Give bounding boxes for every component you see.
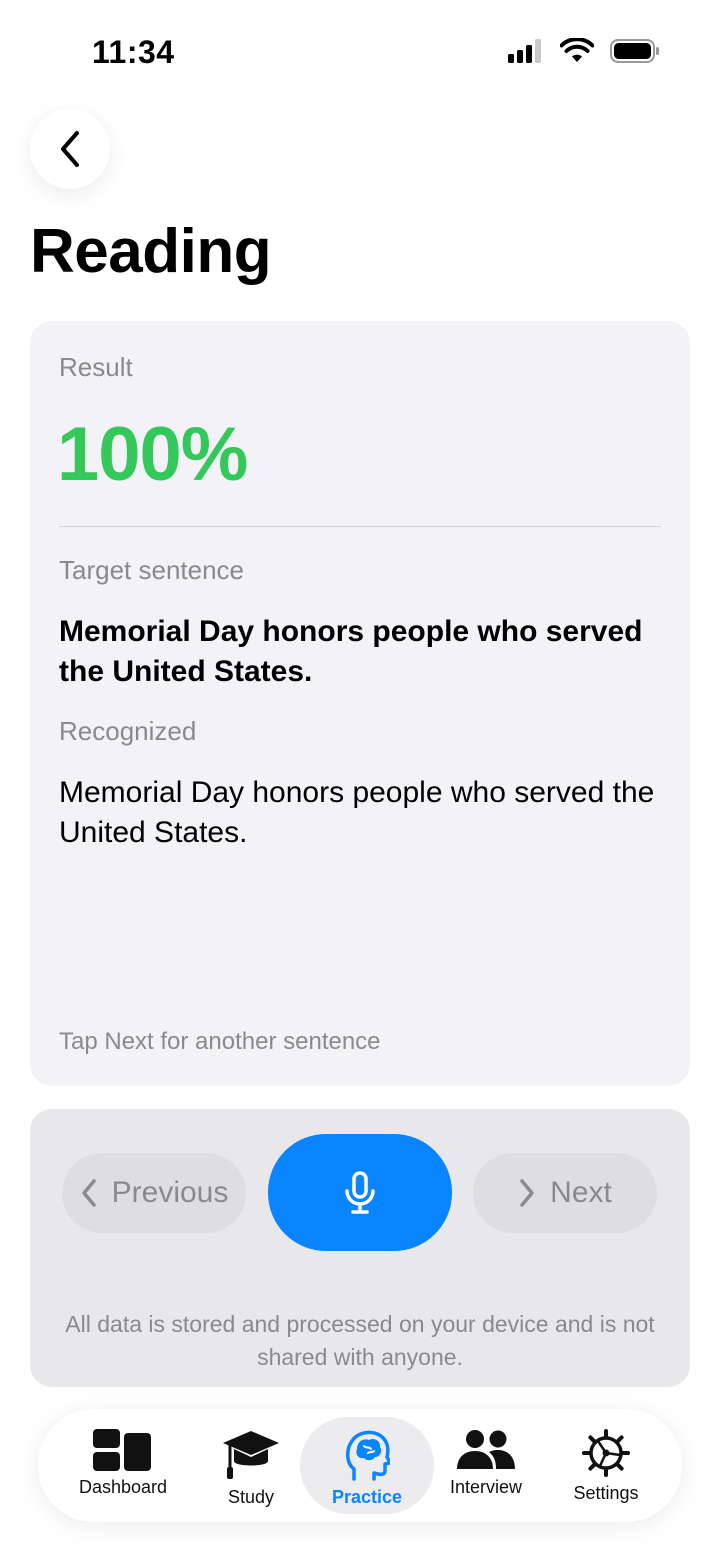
status-icons bbox=[508, 38, 660, 64]
next-hint: Tap Next for another sentence bbox=[59, 1028, 381, 1055]
tab-label: Interview bbox=[449, 1477, 523, 1497]
tab-dashboard[interactable]: Dashboard bbox=[66, 1417, 180, 1514]
gear-icon bbox=[582, 1429, 630, 1477]
back-button[interactable] bbox=[30, 109, 110, 189]
battery-icon bbox=[610, 39, 659, 63]
target-sentence-text: Memorial Day honors people who served th… bbox=[59, 615, 643, 688]
target-sentence-label: Target sentence bbox=[59, 555, 245, 585]
recognized-label: Recognized bbox=[59, 716, 197, 746]
tab-label: Study bbox=[227, 1487, 275, 1507]
chevron-right-icon bbox=[520, 1179, 534, 1207]
status-time: 11:34 bbox=[92, 34, 175, 70]
tab-label: Settings bbox=[573, 1483, 639, 1503]
tab-practice[interactable]: Practice bbox=[300, 1417, 434, 1514]
tab-label: Practice bbox=[331, 1487, 403, 1507]
next-button[interactable]: Next bbox=[473, 1153, 657, 1233]
privacy-note: All data is stored and processed on your… bbox=[65, 1311, 655, 1370]
previous-button[interactable]: Previous bbox=[62, 1153, 246, 1233]
result-card: Result 100% Target sentence Memorial Day… bbox=[30, 321, 690, 1086]
divider bbox=[59, 526, 661, 527]
cellular-signal-icon bbox=[508, 39, 541, 63]
tab-study[interactable]: Study bbox=[198, 1417, 304, 1514]
tab-interview[interactable]: Interview bbox=[436, 1417, 536, 1514]
record-button[interactable] bbox=[268, 1134, 452, 1251]
graduation-cap-icon bbox=[223, 1431, 279, 1479]
recognized-text: Memorial Day honors people who served th… bbox=[59, 776, 655, 849]
next-label: Next bbox=[550, 1176, 612, 1209]
chevron-left-icon bbox=[81, 1179, 96, 1207]
controls-card: Previous Next All data is stored and pro… bbox=[30, 1109, 690, 1387]
result-label: Result bbox=[59, 352, 133, 382]
reading-screen: 11:34 Reading Result 100% Target sentenc bbox=[0, 0, 720, 1561]
dashboard-icon bbox=[93, 1429, 151, 1471]
people-icon bbox=[457, 1430, 515, 1469]
wifi-icon bbox=[560, 38, 594, 62]
tab-settings[interactable]: Settings bbox=[552, 1417, 660, 1514]
microphone-icon bbox=[345, 1170, 375, 1214]
tab-bar: Dashboard Study Practice Interview Setti… bbox=[38, 1409, 682, 1522]
page-title: Reading bbox=[30, 217, 272, 286]
chevron-left-icon bbox=[61, 131, 79, 167]
brain-head-icon bbox=[346, 1430, 390, 1481]
tab-label: Dashboard bbox=[78, 1477, 168, 1497]
result-score: 100% bbox=[57, 412, 248, 497]
previous-label: Previous bbox=[111, 1176, 229, 1209]
